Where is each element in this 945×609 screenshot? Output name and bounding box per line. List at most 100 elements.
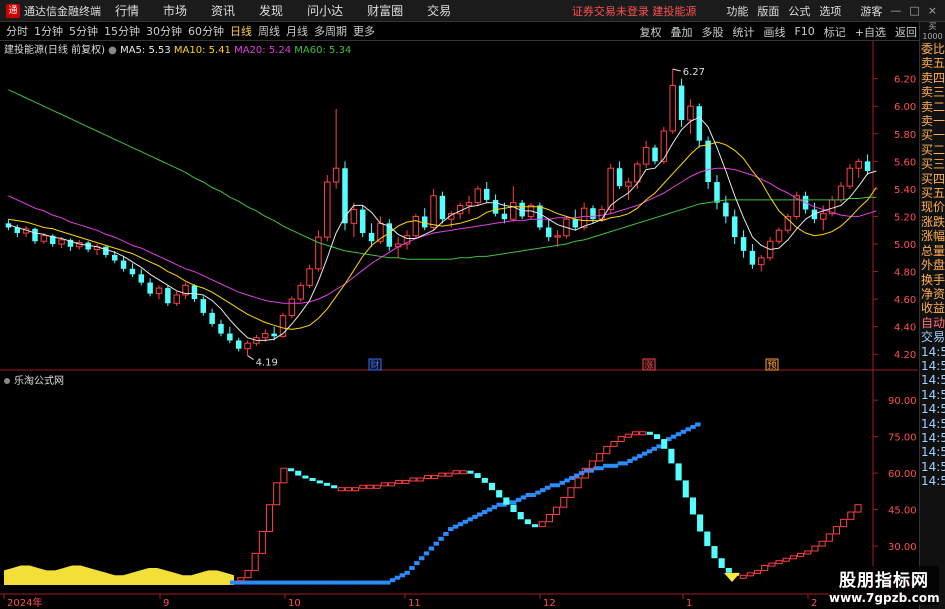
osc-block-59 (423, 475, 431, 480)
main-ytick-label-9: 4.40 (894, 323, 916, 334)
sub-line-seg-49 (462, 519, 469, 524)
main-ytick-label-4: 5.40 (894, 185, 916, 196)
osc-block-106 (761, 565, 769, 571)
sub-line-seg-31 (375, 580, 381, 585)
sub-line-seg-1 (230, 580, 236, 585)
candle-body-30 (271, 333, 277, 337)
candle-body-18 (165, 288, 171, 304)
sidebar-cell-23: 14:56 (921, 373, 945, 388)
osc-block-58 (416, 477, 424, 482)
osc-block-50 (359, 484, 367, 489)
ma-legend-2: MA20: 5.24 (234, 45, 294, 56)
candle-body-38 (342, 168, 348, 224)
candle-body-80 (714, 182, 720, 203)
main-ytick-label-7: 4.80 (894, 268, 916, 279)
candle-body-46 (412, 215, 420, 237)
sidebar-cell-11: 现价 (921, 200, 945, 215)
sub-line-seg-23 (336, 580, 343, 585)
osc-block-109 (782, 557, 790, 562)
candle-body-75 (669, 85, 676, 132)
sidebar-cell-20: 交易 (921, 330, 945, 345)
sub-line-seg-27 (355, 580, 362, 585)
candle-body-15 (138, 274, 145, 283)
osc-block-95 (682, 480, 689, 498)
osc-block-103 (739, 574, 747, 579)
sub-line-seg-65 (540, 488, 546, 493)
candle-body-97 (864, 161, 871, 171)
osc-block-91 (654, 434, 661, 440)
main-legend: 建投能源(日线 前复权) ● MA5: 5.53 MA10: 5.41 MA20… (4, 43, 351, 56)
osc-block-43 (309, 477, 316, 481)
candle-body-11 (103, 246, 109, 256)
sub-line-seg-50 (467, 517, 473, 522)
sub-line-seg-82 (622, 461, 628, 466)
sub-line-seg-64 (535, 490, 541, 495)
osc-block-57 (409, 477, 417, 482)
osc-block-104 (746, 572, 754, 577)
sub-line-seg-37 (404, 570, 410, 575)
osc-block-65 (467, 470, 474, 474)
quote-sidebar: 买 1000 委比 卖五 卖四 卖三 卖二 卖一 买一 买二 买三 买四 买五 现价 涨跌 涨幅 总量 外盘换… (919, 22, 945, 609)
candle-body-3 (32, 228, 38, 242)
sub-line-seg-83 (627, 458, 633, 463)
sidebar-cell-29: 14:56 (921, 459, 945, 474)
candle-body-23 (209, 312, 215, 324)
xtick-label-4: 12 (543, 598, 556, 609)
candle-body-27 (244, 342, 251, 350)
osc-block-49 (352, 487, 360, 492)
sub-line-seg-7 (259, 580, 265, 585)
sidebar-cell-6: 买一 (921, 128, 945, 143)
candle-body-14 (129, 268, 136, 275)
osc-block-115 (825, 533, 833, 542)
xtick-label-5: 1 (686, 598, 692, 609)
main-ytick-label-3: 5.60 (894, 157, 916, 168)
candle-body-6 (58, 239, 65, 245)
osc-block-53 (380, 482, 388, 487)
osc-block-110 (789, 555, 797, 560)
sub-line-seg-68 (554, 483, 561, 488)
osc-block-68 (488, 482, 496, 491)
sub-line-seg-87 (646, 449, 653, 454)
osc-block-74 (532, 524, 539, 528)
sub-line-seg-16 (302, 580, 309, 585)
sub-line-seg-63 (530, 493, 536, 498)
xtick-label-0: 2024年 (7, 596, 42, 609)
candle-body-74 (660, 130, 668, 162)
ma-legend-1: MA10: 5.41 (174, 45, 234, 56)
candle-body-84 (749, 250, 756, 265)
sub-line-seg-55 (491, 505, 498, 510)
osc-block-42 (302, 475, 309, 479)
candle-body-60 (537, 205, 543, 228)
candle-body-40 (359, 209, 366, 233)
sub-line-seg-77 (598, 466, 604, 471)
chart-area[interactable]: 6.20 6.00 5.80 5.60 5.40 5.20 5.00 4.80 4.60 4.40… (0, 0, 945, 609)
watermark-title: 股朋指标网 (839, 571, 929, 591)
sub-line-seg-59 (511, 500, 517, 505)
osc-block-62 (445, 472, 453, 477)
sub-ytick-label-3: 45.00 (888, 506, 917, 517)
candle-body-62 (554, 235, 561, 238)
sub-line-seg-85 (637, 454, 643, 459)
sub-line-seg-79 (607, 463, 614, 468)
candle-body-12 (111, 255, 118, 261)
candle-body-79 (705, 140, 711, 182)
sub-line-seg-41 (423, 551, 430, 556)
sub-line-seg-42 (428, 546, 435, 551)
sub-line-seg-72 (574, 473, 580, 478)
sidebar-cell-8: 买三 (921, 157, 945, 172)
low-label: 4.19 (256, 358, 278, 369)
candle-body-71 (634, 163, 641, 183)
sub-line-seg-22 (331, 580, 338, 585)
candle-body-29 (262, 333, 269, 339)
osc-block-96 (689, 497, 696, 515)
sub-line-seg-6 (254, 580, 260, 585)
osc-block-117 (840, 518, 848, 528)
osc-block-90 (646, 431, 653, 435)
candle-body-57 (510, 202, 517, 220)
event-marker-2: 预 (767, 360, 776, 371)
osc-block-112 (804, 550, 812, 555)
osc-block-67 (481, 477, 488, 483)
sidebar-cell-19: 自动 (921, 315, 945, 330)
sub-line-seg-69 (559, 480, 565, 485)
candle-body-73 (652, 147, 658, 162)
